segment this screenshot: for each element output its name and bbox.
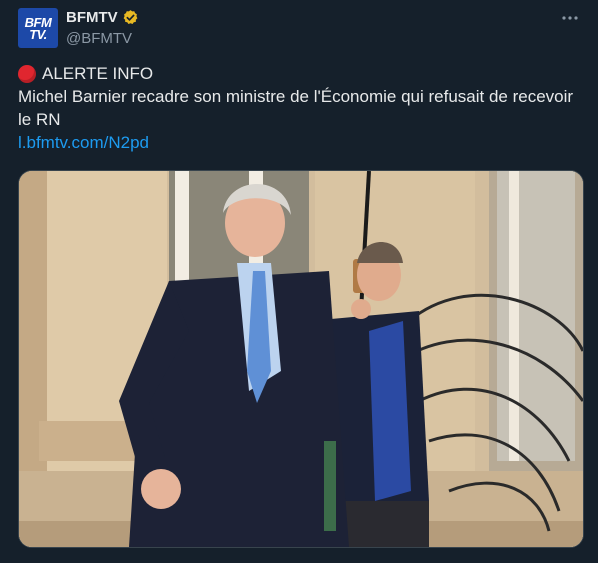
photo-illustration	[19, 171, 583, 547]
tweet-link[interactable]: l.bfmtv.com/N2pd	[18, 133, 149, 152]
tweet-photo[interactable]	[18, 170, 584, 548]
author-name-row: BFMTV	[66, 9, 139, 26]
tweet-text: Michel Barnier recadre son ministre de l…	[18, 87, 574, 129]
red-circle-icon	[18, 64, 36, 83]
alert-label: ALERTE INFO	[42, 64, 154, 83]
tweet-body: ALERTE INFO Michel Barnier recadre son m…	[18, 62, 578, 154]
verified-badge-icon[interactable]	[122, 9, 139, 26]
avatar-logo-line2: TV.	[29, 26, 47, 42]
bfmtv-avatar[interactable]: BFM TV.	[18, 8, 58, 48]
author-handle[interactable]: @BFMTV	[66, 30, 132, 47]
tweet-card[interactable]: BFM TV. BFMTV @BFMTV ALERTE INFO Michel …	[0, 0, 598, 563]
author-display-name[interactable]: BFMTV	[66, 9, 118, 26]
alert-line: ALERTE INFO	[18, 62, 578, 85]
more-icon	[562, 16, 578, 20]
more-options-button[interactable]	[558, 8, 582, 28]
